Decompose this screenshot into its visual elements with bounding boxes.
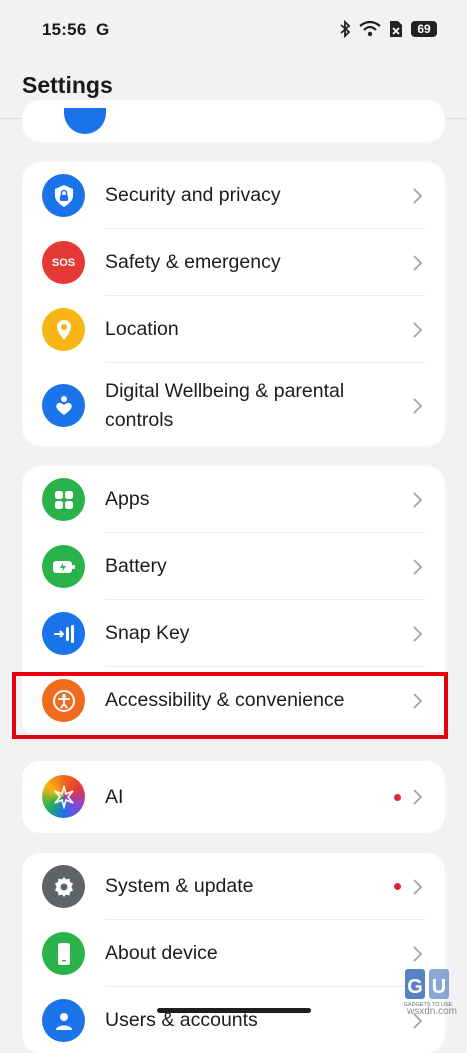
svg-text:G: G — [407, 976, 423, 998]
bluetooth-icon — [340, 20, 351, 38]
chevron-right-icon — [413, 491, 423, 508]
svg-text:U: U — [432, 976, 446, 998]
ai-sparkle-icon — [42, 775, 85, 818]
setting-safety-emergency[interactable]: SOS Safety & emergency — [22, 229, 445, 296]
setting-label: AI — [105, 785, 124, 808]
setting-label: Apps — [105, 488, 150, 510]
setting-apps[interactable]: Apps — [22, 466, 445, 533]
setting-ai[interactable]: AI — [22, 761, 445, 833]
watermark-site: wsxdn.com — [406, 1006, 457, 1017]
snap-key-icon — [42, 612, 85, 655]
setting-label: About device — [105, 942, 218, 964]
setting-digital-wellbeing[interactable]: Digital Wellbeing & parental controls — [22, 363, 445, 446]
chevron-right-icon — [413, 625, 423, 642]
sos-icon-text: SOS — [51, 256, 76, 269]
setting-users-accounts[interactable]: Users & accounts — [22, 987, 445, 1053]
setting-label: Digital Wellbeing & parental controls — [105, 380, 345, 431]
setting-label: Location — [105, 318, 179, 340]
chevron-right-icon — [413, 789, 423, 805]
page-title: Settings — [22, 72, 113, 98]
chevron-right-icon — [413, 321, 423, 338]
location-pin-icon — [42, 308, 85, 351]
setting-label: Snap Key — [105, 622, 190, 644]
setting-battery[interactable]: Battery — [22, 533, 445, 600]
notification-dot — [394, 883, 401, 890]
setting-label: System & update — [105, 875, 254, 897]
wellbeing-heart-icon — [42, 384, 85, 427]
notification-dot — [394, 793, 401, 801]
status-bar: 15:56 G 69 — [0, 0, 467, 60]
settings-group-system: System & update About device Users & acc… — [22, 853, 445, 1053]
status-time: 15:56 — [42, 20, 87, 39]
setting-label: Security and privacy — [105, 184, 281, 206]
setting-system-update[interactable]: System & update — [22, 853, 445, 920]
partial-item-icon — [64, 108, 106, 134]
shield-lock-icon — [42, 174, 85, 217]
setting-label: Battery — [105, 555, 167, 577]
status-icons: 69 — [339, 20, 437, 38]
settings-group-security: Security and privacy SOS Safety & emerge… — [22, 162, 445, 446]
battery-level: 69 — [411, 21, 437, 37]
chevron-right-icon — [413, 254, 423, 271]
apps-grid-icon — [42, 478, 85, 521]
chevron-right-icon — [413, 187, 423, 204]
sos-icon: SOS — [42, 241, 85, 284]
gadgets-to-use-logo-icon: G U GADGETS TO USE — [404, 969, 453, 1007]
chevron-right-icon — [413, 558, 423, 575]
no-sim-icon — [390, 21, 402, 37]
home-indicator[interactable] — [157, 1008, 311, 1013]
user-icon — [42, 999, 85, 1042]
highlight-box — [12, 672, 448, 739]
settings-card-partial — [22, 100, 445, 142]
chevron-right-icon — [413, 878, 423, 895]
google-notification-icon: G — [96, 20, 110, 39]
chevron-right-icon — [413, 945, 423, 962]
phone-icon — [42, 932, 85, 975]
setting-snap-key[interactable]: Snap Key — [22, 600, 445, 667]
chevron-right-icon — [413, 398, 423, 414]
settings-group-ai: AI — [22, 761, 445, 833]
gear-icon — [42, 865, 85, 908]
battery-icon — [42, 545, 85, 588]
setting-security-privacy[interactable]: Security and privacy — [22, 162, 445, 229]
setting-about-device[interactable]: About device — [22, 920, 445, 987]
wifi-icon — [359, 21, 381, 37]
setting-location[interactable]: Location — [22, 296, 445, 363]
setting-label: Safety & emergency — [105, 251, 281, 273]
